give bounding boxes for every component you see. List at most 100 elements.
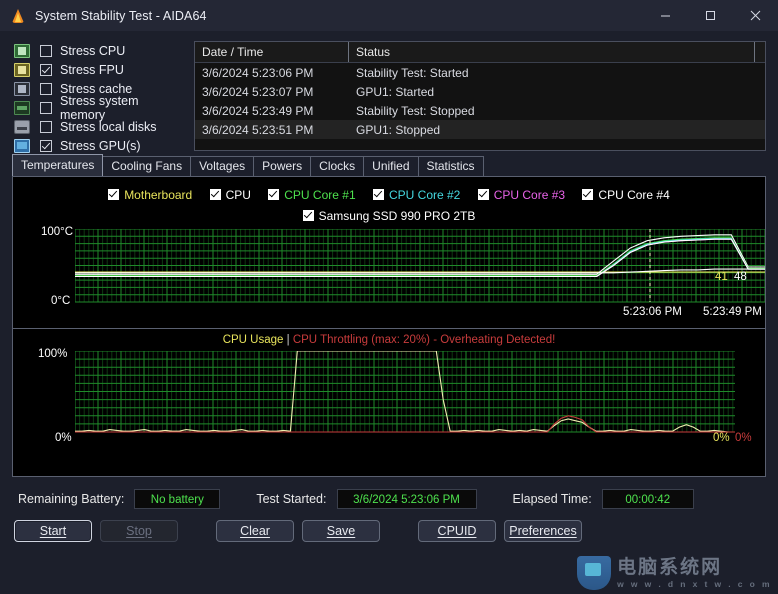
legend-item-cpu-core-4[interactable]: CPU Core #4 [582,185,670,205]
legend-item-cpu-core-3[interactable]: CPU Core #3 [477,185,565,205]
stress-disks-label: Stress local disks [60,119,157,134]
legend-checkbox[interactable] [582,189,594,201]
stress-disks-checkbox[interactable] [40,120,52,133]
disk-drive-icon [14,119,30,134]
stress-memory-checkbox[interactable] [40,101,52,114]
window-controls [643,0,778,31]
cpu-throttling-title-part: CPU Throttling (max: 20%) - Overheating … [292,333,556,346]
charts-panel: Motherboard CPU CPU Core #1 CPU Core #2 … [12,176,766,477]
stress-cpu-checkbox[interactable] [40,44,52,57]
temp-ytick-top: 100°C [41,225,74,238]
cpu-usage-chart-title: CPU Usage | CPU Throttling (max: 20%) - … [13,334,765,346]
preferences-button-label: Preferences [509,524,577,538]
tab-bar: Temperatures Cooling Fans Voltages Power… [0,154,778,176]
legend-checkbox[interactable] [302,210,314,222]
temp-xtick-end: 5:23:49 PM [703,305,762,318]
fpu-chip-icon [14,62,30,77]
legend-item-cpu[interactable]: CPU [209,185,251,205]
legend-checkbox[interactable] [108,189,120,201]
chart-divider [13,327,765,329]
clear-button-label: Clear [240,524,270,538]
tab-unified[interactable]: Unified [363,156,419,176]
temperature-legend: Motherboard CPU CPU Core #1 CPU Core #2 … [13,177,765,226]
button-bar: Start Stop Clear Save CPUID Preferences [0,520,778,542]
stress-option-memory[interactable]: Stress system memory [14,94,186,122]
upper-panel: Stress CPU Stress FPU Stress cache Stres… [0,31,778,153]
preferences-button[interactable]: Preferences [504,520,582,542]
legend-label: CPU Core #4 [598,187,670,202]
watermark-name: 电脑系统网 [617,556,723,578]
log-cell-datetime: 3/6/2024 5:23:06 PM [202,65,314,80]
legend-label: CPU Core #1 [284,187,356,202]
tab-statistics[interactable]: Statistics [417,156,484,176]
battery-value: No battery [134,489,221,509]
usage-ytick-top: 100% [38,347,68,360]
table-row[interactable]: 3/6/2024 5:23:51 PM GPU1: Stopped [195,120,765,139]
clear-button[interactable]: Clear [216,520,294,542]
test-started-value: 3/6/2024 5:23:06 PM [336,489,477,509]
temp-value-label-motherboard: 41 [715,270,728,283]
legend-checkbox[interactable] [268,189,280,201]
cpu-chip-icon [14,43,30,58]
stress-cpu-label: Stress CPU [60,43,126,58]
cpu-usage-title-part: CPU Usage [222,333,284,346]
table-row[interactable]: 3/6/2024 5:23:06 PM Stability Test: Star… [195,63,765,82]
log-cell-status: GPU1: Started [356,84,435,99]
tab-clocks[interactable]: Clocks [310,156,365,176]
stress-option-fpu[interactable]: Stress FPU [14,60,186,79]
log-cell-status: Stability Test: Started [356,65,469,80]
watermark-shield-icon [577,556,612,590]
legend-checkbox[interactable] [209,189,221,201]
cpu-usage-chart[interactable]: 100% 0% 0% 0% [13,348,765,456]
minimize-icon[interactable] [643,0,688,31]
legend-label: Samsung SSD 990 PRO 2TB [318,208,476,223]
legend-item-motherboard[interactable]: Motherboard [108,185,192,205]
save-button-label: Save [326,524,356,538]
cache-chip-icon [14,81,30,96]
maximize-icon[interactable] [688,0,733,31]
memory-module-icon [14,100,30,115]
usage-value-label: 0% [713,431,730,444]
elapsed-time-value: 00:00:42 [601,489,694,509]
log-column-datetime: Date / Time [195,42,349,62]
tab-voltages[interactable]: Voltages [190,156,255,176]
watermark-url: w w w . d n x t w . c o m [617,578,772,589]
legend-item-cpu-core-2[interactable]: CPU Core #2 [372,185,460,205]
temp-xtick-start: 5:23:06 PM [623,305,682,318]
log-column-spacer [754,42,765,62]
event-log-table[interactable]: Date / Time Status 3/6/2024 5:23:06 PM S… [194,41,766,151]
log-cell-status: GPU1: Stopped [356,122,441,137]
stress-cache-checkbox[interactable] [40,82,52,95]
legend-item-ssd[interactable]: Samsung SSD 990 PRO 2TB [302,206,476,226]
usage-ytick-bottom: 0% [55,431,72,444]
log-header-row: Date / Time Status [195,42,765,63]
tab-cooling-fans[interactable]: Cooling Fans [102,156,192,176]
temp-value-label-cpu: 48 [734,270,747,283]
stress-gpu-label: Stress GPU(s) [60,138,141,153]
stress-fpu-checkbox[interactable] [40,63,52,76]
stress-option-gpu[interactable]: Stress GPU(s) [14,136,186,155]
window-title: System Stability Test - AIDA64 [35,8,207,23]
table-row[interactable]: 3/6/2024 5:23:49 PM Stability Test: Stop… [195,101,765,120]
cpuid-button[interactable]: CPUID [418,520,496,542]
start-button[interactable]: Start [14,520,92,542]
stress-option-cpu[interactable]: Stress CPU [14,41,186,60]
save-button[interactable]: Save [302,520,380,542]
tab-temperatures[interactable]: Temperatures [12,154,104,176]
throttling-value-label: 0% [735,431,752,444]
legend-item-cpu-core-1[interactable]: CPU Core #1 [268,185,356,205]
tab-powers[interactable]: Powers [253,156,312,176]
stop-button: Stop [100,520,178,542]
title-bar: System Stability Test - AIDA64 [0,0,778,31]
stress-gpu-checkbox[interactable] [40,139,52,152]
legend-checkbox[interactable] [477,189,489,201]
table-row[interactable]: 3/6/2024 5:23:07 PM GPU1: Started [195,82,765,101]
close-icon[interactable] [733,0,778,31]
log-cell-status: Stability Test: Stopped [356,103,475,118]
legend-checkbox[interactable] [372,189,384,201]
app-flame-icon [10,8,26,24]
elapsed-time-label: Elapsed Time: [512,492,592,506]
battery-label: Remaining Battery: [18,492,125,506]
log-cell-datetime: 3/6/2024 5:23:51 PM [202,122,314,137]
temperature-chart[interactable]: 100°C 0°C 41 48 5:23:06 PM 5:23:49 PM [13,225,765,325]
